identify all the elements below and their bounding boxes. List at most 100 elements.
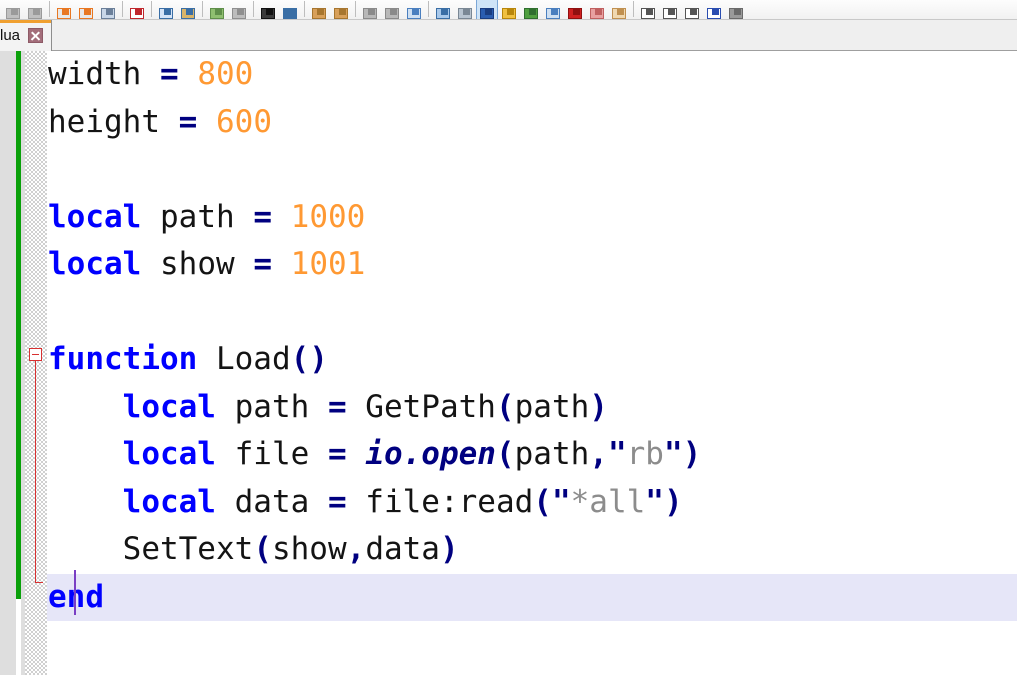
toolbar-panel-left-icon[interactable] — [637, 0, 659, 19]
stop-macro-icon — [588, 4, 606, 19]
code-token: show — [141, 246, 254, 282]
toolbar-folder-as-workspace-icon[interactable] — [725, 0, 747, 19]
code-token: io.open — [365, 436, 496, 472]
code-line[interactable]: local show = 1001 — [47, 241, 1017, 289]
toolbar-pause-icon[interactable] — [454, 0, 476, 19]
comment-icon — [208, 4, 226, 19]
toolbar-indent-icon[interactable] — [359, 0, 381, 19]
code-token: ) — [589, 388, 608, 425]
playback-macro-icon — [610, 4, 628, 19]
code-line[interactable]: local data = file:read("*all") — [47, 479, 1017, 527]
toolbar-stop-macro-icon[interactable] — [586, 0, 608, 19]
outdent-icon — [383, 4, 401, 19]
paste-icon — [179, 4, 197, 19]
toolbar-save-icon[interactable] — [53, 0, 75, 19]
code-token: Load — [197, 341, 291, 377]
toolbar-undo-icon[interactable] — [2, 0, 24, 19]
toolbar-separator — [301, 0, 308, 19]
code-line[interactable]: SetText(show,data) — [47, 526, 1017, 574]
toolbar-bookmark-icon[interactable] — [498, 0, 520, 19]
code-token: " — [663, 436, 683, 472]
toolbar-uncomment-icon[interactable] — [228, 0, 250, 19]
code-token: 800 — [197, 56, 254, 92]
toolbar-find-icon[interactable] — [257, 0, 279, 19]
toolbar-cut-icon[interactable] — [126, 0, 148, 19]
save-all-icon — [77, 4, 95, 19]
code-token: = — [327, 388, 347, 425]
toolbar-zoom-in-icon[interactable] — [308, 0, 330, 19]
code-token: data — [365, 531, 440, 567]
toolbar-sync-scroll-icon[interactable] — [542, 0, 564, 19]
folder-as-workspace-icon — [727, 4, 745, 19]
code-token: path — [141, 198, 254, 235]
toolbar-document-map-icon[interactable] — [681, 0, 703, 19]
toolbar-separator — [148, 0, 155, 19]
code-token: SetText — [48, 531, 254, 567]
code-token: 600 — [216, 103, 272, 140]
toolbar-paste-icon[interactable] — [177, 0, 199, 19]
code-token: = — [159, 56, 179, 92]
code-token: show — [271, 531, 347, 567]
fold-collapse-icon[interactable] — [29, 348, 42, 361]
color-picker-icon — [522, 4, 540, 19]
undo-icon — [4, 4, 22, 19]
code-line[interactable] — [47, 146, 1017, 194]
toolbar-function-list-icon[interactable] — [703, 0, 725, 19]
code-line[interactable]: function Load() — [47, 336, 1017, 384]
toolbar-copy-icon[interactable] — [155, 0, 177, 19]
toolbar-color-picker-icon[interactable] — [520, 0, 542, 19]
code-line[interactable]: height = 600 — [47, 99, 1017, 147]
code-line[interactable]: end — [47, 573, 1017, 621]
save-icon — [55, 4, 73, 19]
code-line[interactable]: local path = 1000 — [47, 194, 1017, 242]
toolbar-separator — [630, 0, 637, 19]
toolbar-playback-macro-icon[interactable] — [608, 0, 630, 19]
toolbar-separator — [250, 0, 257, 19]
toolbar-replace-icon[interactable] — [279, 0, 301, 19]
code-line[interactable]: local file = io.open(path,"rb") — [47, 431, 1017, 479]
code-token: end — [48, 578, 104, 615]
code-line[interactable]: width = 800 — [47, 51, 1017, 99]
code-token: function — [48, 341, 198, 377]
code-token: , — [589, 436, 608, 472]
wrap-lines-icon — [405, 4, 423, 19]
toolbar-comment-icon[interactable] — [206, 0, 228, 19]
toolbar-panel-right-icon[interactable] — [659, 0, 681, 19]
toolbar-show-all-chars-icon[interactable] — [476, 0, 498, 19]
toolbar-redo-icon[interactable] — [24, 0, 46, 19]
toolbar-add-tab-icon[interactable] — [432, 0, 454, 19]
bookmark-icon — [500, 4, 518, 19]
toolbar-outdent-icon[interactable] — [381, 0, 403, 19]
code-token: " — [551, 483, 571, 520]
code-token: = — [253, 198, 272, 235]
code-token: ( — [495, 388, 515, 425]
function-list-icon — [705, 4, 723, 19]
close-icon[interactable] — [28, 28, 44, 43]
code-line[interactable] — [47, 621, 1017, 669]
code-token: ) — [439, 531, 459, 567]
toolbar-save-all-icon[interactable] — [75, 0, 97, 19]
fold-guide-foot — [35, 582, 43, 583]
toolbar-zoom-out-icon[interactable] — [330, 0, 352, 19]
code-content[interactable]: width = 800 height = 600 local path = 100… — [47, 51, 1017, 675]
code-token: ) — [682, 436, 702, 472]
code-line[interactable] — [47, 289, 1017, 337]
code-token: " — [645, 483, 664, 520]
toolbar-record-macro-icon[interactable] — [564, 0, 586, 19]
code-line[interactable]: local path = GetPath(path) — [47, 384, 1017, 432]
code-editor[interactable]: width = 800 height = 600 local path = 100… — [0, 51, 1017, 675]
print-icon — [99, 4, 117, 19]
code-token: 1001 — [290, 246, 366, 282]
code-token: path — [514, 436, 590, 472]
code-token: *all — [570, 483, 646, 520]
toolbar — [0, 0, 1017, 20]
tab-lua[interactable]: lua — [0, 20, 52, 51]
zoom-in-icon — [310, 4, 328, 19]
toolbar-print-icon[interactable] — [97, 0, 119, 19]
toolbar-wrap-lines-icon[interactable] — [403, 0, 425, 19]
code-token: ( — [533, 483, 552, 520]
code-token: local — [122, 436, 216, 472]
